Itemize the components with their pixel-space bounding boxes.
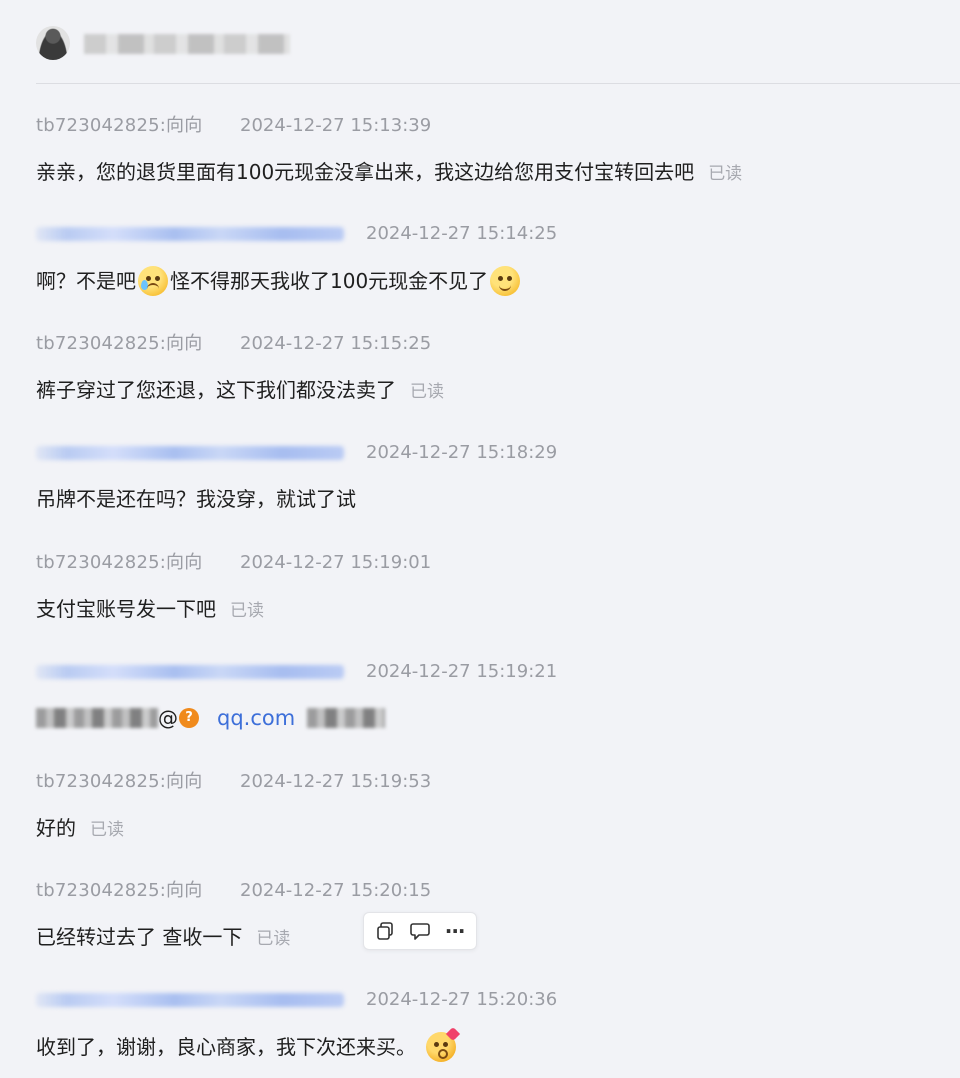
read-status: 已读 [230, 601, 264, 621]
sender-name: tb723042825:向向 [36, 115, 203, 136]
message-text: 裤子穿过了您还退，这下我们都没法卖了 [36, 378, 396, 402]
email-link[interactable]: qq.com [217, 704, 295, 732]
more-dots-icon: ··· [444, 919, 466, 943]
message-text: 好的 [36, 816, 76, 840]
message-time: 2024-12-27 15:20:15 [240, 880, 432, 901]
message-body: 收到了，谢谢，良心商家，我下次还来买。 [36, 1026, 936, 1062]
message-time: 2024-12-27 15:15:25 [240, 333, 432, 354]
copy-button[interactable] [370, 916, 400, 946]
blurred-account-prefix [36, 708, 158, 728]
message-time: 2024-12-27 15:19:01 [240, 552, 432, 573]
quote-reply-icon [410, 923, 430, 940]
message-time: 2024-12-27 15:18:29 [366, 442, 558, 463]
dizzy-emoji-icon [490, 266, 521, 296]
message-meta: 2024-12-27 15:18:29 [36, 441, 936, 465]
message-hover-toolbar: ··· [363, 912, 477, 950]
message-text: 亲亲，您的退货里面有100元现金没拿出来，我这边给您用支付宝转回去吧 [36, 160, 695, 184]
chat-header [0, 0, 960, 84]
message-body: 亲亲，您的退货里面有100元现金没拿出来，我这边给您用支付宝转回去吧 已读 [36, 158, 936, 186]
message-item: 2024-12-27 15:19:21 @ ? qq.com [36, 660, 936, 732]
blurred-account-suffix [307, 708, 386, 728]
message-item: tb723042825:向向 2024-12-27 15:13:39 亲亲，您的退… [36, 114, 936, 186]
quote-reply-button[interactable] [405, 916, 435, 946]
message-body: 支付宝账号发一下吧 已读 [36, 595, 936, 623]
blurred-sender-name [36, 665, 344, 679]
blurred-contact-name [84, 34, 290, 54]
at-sign: @ [158, 706, 178, 730]
message-item: tb723042825:向向 2024-12-27 15:20:15 已经转过去了… [36, 879, 936, 951]
message-text: 收到了，谢谢，良心商家，我下次还来买。 [36, 1035, 416, 1059]
message-text: 吊牌不是还在吗？我没穿，就试了试 [36, 487, 356, 511]
message-time: 2024-12-27 15:14:25 [366, 223, 558, 244]
message-meta: 2024-12-27 15:14:25 [36, 222, 936, 246]
kiss-emoji-icon [426, 1026, 461, 1062]
message-time: 2024-12-27 15:20:36 [366, 989, 558, 1010]
message-item: 2024-12-27 15:20:36 收到了，谢谢，良心商家，我下次还来买。 [36, 988, 936, 1062]
message-meta: tb723042825:向向 2024-12-27 15:19:01 [36, 551, 936, 575]
crying-emoji-icon [138, 266, 168, 296]
message-item: 2024-12-27 15:14:25 啊？不是吧 怪不得那天我收了100元现金… [36, 222, 936, 296]
read-status: 已读 [708, 164, 743, 184]
read-status: 已读 [410, 382, 444, 402]
message-body: 啊？不是吧 怪不得那天我收了100元现金不见了 [36, 266, 936, 296]
message-body: 已经转过去了 查收一下 已读 [36, 923, 936, 951]
message-body: 裤子穿过了您还退，这下我们都没法卖了 已读 [36, 376, 936, 404]
message-meta: 2024-12-27 15:20:36 [36, 988, 936, 1012]
message-text: 怪不得那天我收了100元现金不见了 [170, 269, 489, 293]
message-time: 2024-12-27 15:19:53 [240, 771, 432, 792]
message-meta: 2024-12-27 15:19:21 [36, 660, 936, 684]
message-meta: tb723042825:向向 2024-12-27 15:13:39 [36, 114, 936, 138]
message-time: 2024-12-27 15:13:39 [240, 115, 432, 136]
message-body: 好的 已读 [36, 814, 936, 842]
message-meta: tb723042825:向向 2024-12-27 15:15:25 [36, 332, 936, 356]
message-text: 已经转过去了 查收一下 [36, 925, 243, 949]
user-avatar[interactable] [36, 26, 70, 60]
sender-name: tb723042825:向向 [36, 552, 203, 573]
more-button[interactable]: ··· [440, 916, 470, 946]
blurred-sender-name [36, 446, 344, 460]
sender-name: tb723042825:向向 [36, 333, 203, 354]
message-body: @ ? qq.com [36, 704, 936, 732]
sender-name: tb723042825:向向 [36, 880, 203, 901]
unknown-char-icon: ? [179, 708, 199, 728]
message-text: 支付宝账号发一下吧 [36, 597, 216, 621]
message-text: 啊？不是吧 [36, 269, 136, 293]
message-item: tb723042825:向向 2024-12-27 15:19:53 好的 已读 [36, 770, 936, 842]
header-divider [36, 83, 960, 84]
message-item: 2024-12-27 15:18:29 吊牌不是还在吗？我没穿，就试了试 [36, 441, 936, 513]
message-item: tb723042825:向向 2024-12-27 15:15:25 裤子穿过了您… [36, 332, 936, 404]
message-item: tb723042825:向向 2024-12-27 15:19:01 支付宝账号发… [36, 551, 936, 623]
blurred-sender-name [36, 227, 344, 241]
message-meta: tb723042825:向向 2024-12-27 15:20:15 [36, 879, 936, 903]
read-status: 已读 [90, 820, 124, 840]
message-body: 吊牌不是还在吗？我没穿，就试了试 [36, 485, 936, 513]
message-time: 2024-12-27 15:19:21 [366, 661, 558, 682]
blurred-sender-name [36, 993, 344, 1007]
message-meta: tb723042825:向向 2024-12-27 15:19:53 [36, 770, 936, 794]
read-status: 已读 [256, 929, 291, 949]
copy-icon [377, 922, 394, 940]
sender-name: tb723042825:向向 [36, 771, 203, 792]
